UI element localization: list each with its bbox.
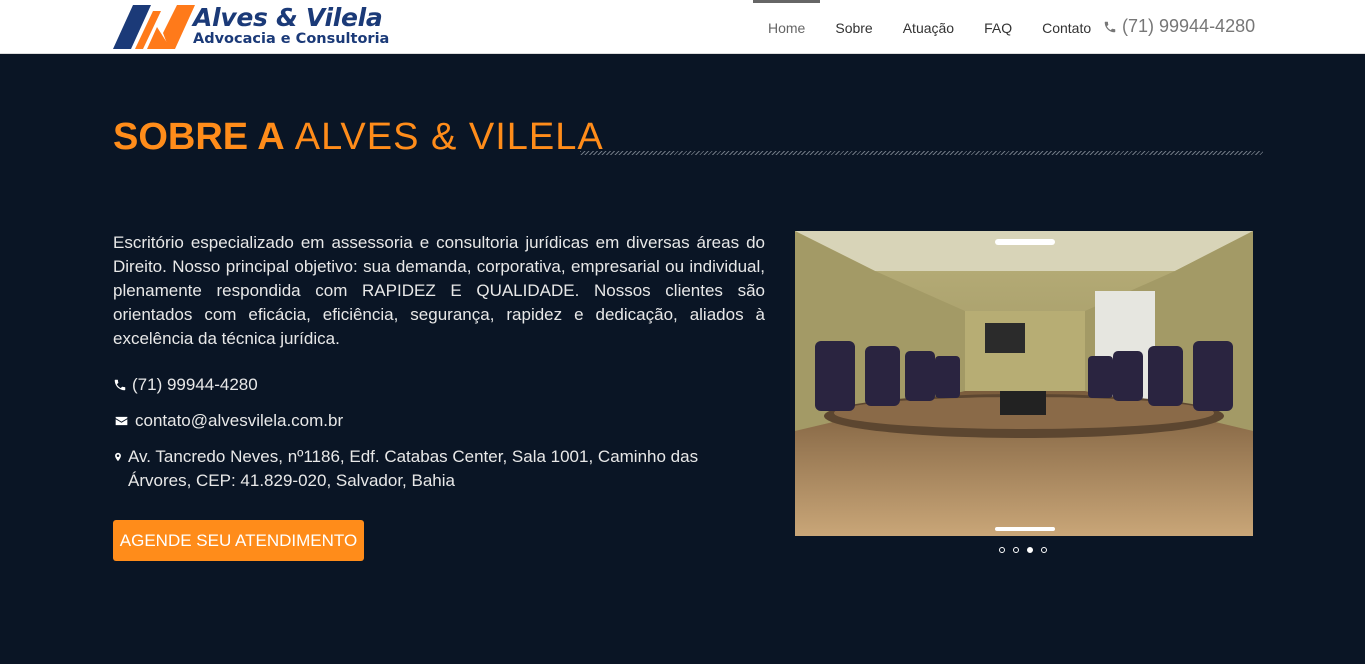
map-marker-icon xyxy=(115,452,121,462)
slider-dots xyxy=(999,547,1047,553)
nav-item-sobre[interactable]: Sobre xyxy=(820,0,887,54)
slider-dot-4[interactable] xyxy=(1041,547,1047,553)
phone-icon xyxy=(1104,21,1116,32)
logo-title: Alves & Vilela xyxy=(193,3,383,32)
image-slider[interactable] xyxy=(795,231,1253,536)
meeting-room-photo xyxy=(795,231,1253,536)
contact-email-text: contato@alvesvilela.com.br xyxy=(135,411,344,430)
nav-item-contato[interactable]: Contato xyxy=(1027,0,1106,54)
phone-icon xyxy=(114,379,126,391)
nav-item-faq[interactable]: FAQ xyxy=(969,0,1027,54)
title-divider xyxy=(580,151,1263,155)
logo-subtitle: Advocacia e Consultoria xyxy=(193,31,390,47)
contact-phone[interactable]: (71) 99944-4280 xyxy=(113,373,258,397)
main-nav: Home Sobre Atuação FAQ Contato xyxy=(753,0,1106,54)
section-title: SOBRE A ALVES & VILELA xyxy=(113,116,604,159)
site-header: Alves & Vilela Advocacia e Consultoria H… xyxy=(0,0,1365,54)
section-title-bold: SOBRE A xyxy=(113,116,285,158)
contact-email[interactable]: contato@alvesvilela.com.br xyxy=(113,409,343,433)
slider-dot-1[interactable] xyxy=(999,547,1005,553)
contact-address-text: Av. Tancredo Neves, nº1186, Edf. Catabas… xyxy=(128,447,699,490)
nav-item-home[interactable]: Home xyxy=(753,0,821,54)
about-description: Escritório especializado em assessoria e… xyxy=(113,233,765,348)
nav-item-atuacao[interactable]: Atuação xyxy=(888,0,969,54)
header-phone[interactable]: (71) 99944-4280 xyxy=(1103,16,1255,37)
schedule-appointment-button[interactable]: AGENDE SEU ATENDIMENTO xyxy=(113,520,364,561)
contact-address: Av. Tancredo Neves, nº1186, Edf. Catabas… xyxy=(113,445,753,493)
slider-dot-2[interactable] xyxy=(1013,547,1019,553)
envelope-icon xyxy=(115,416,128,426)
contact-phone-text: (71) 99944-4280 xyxy=(132,375,258,394)
section-title-light: ALVES & VILELA xyxy=(294,116,604,158)
logo[interactable]: Alves & Vilela Advocacia e Consultoria xyxy=(113,3,413,49)
slider-dot-3[interactable] xyxy=(1027,547,1033,553)
header-phone-number: (71) 99944-4280 xyxy=(1122,16,1256,36)
logo-mark-icon xyxy=(113,5,195,49)
